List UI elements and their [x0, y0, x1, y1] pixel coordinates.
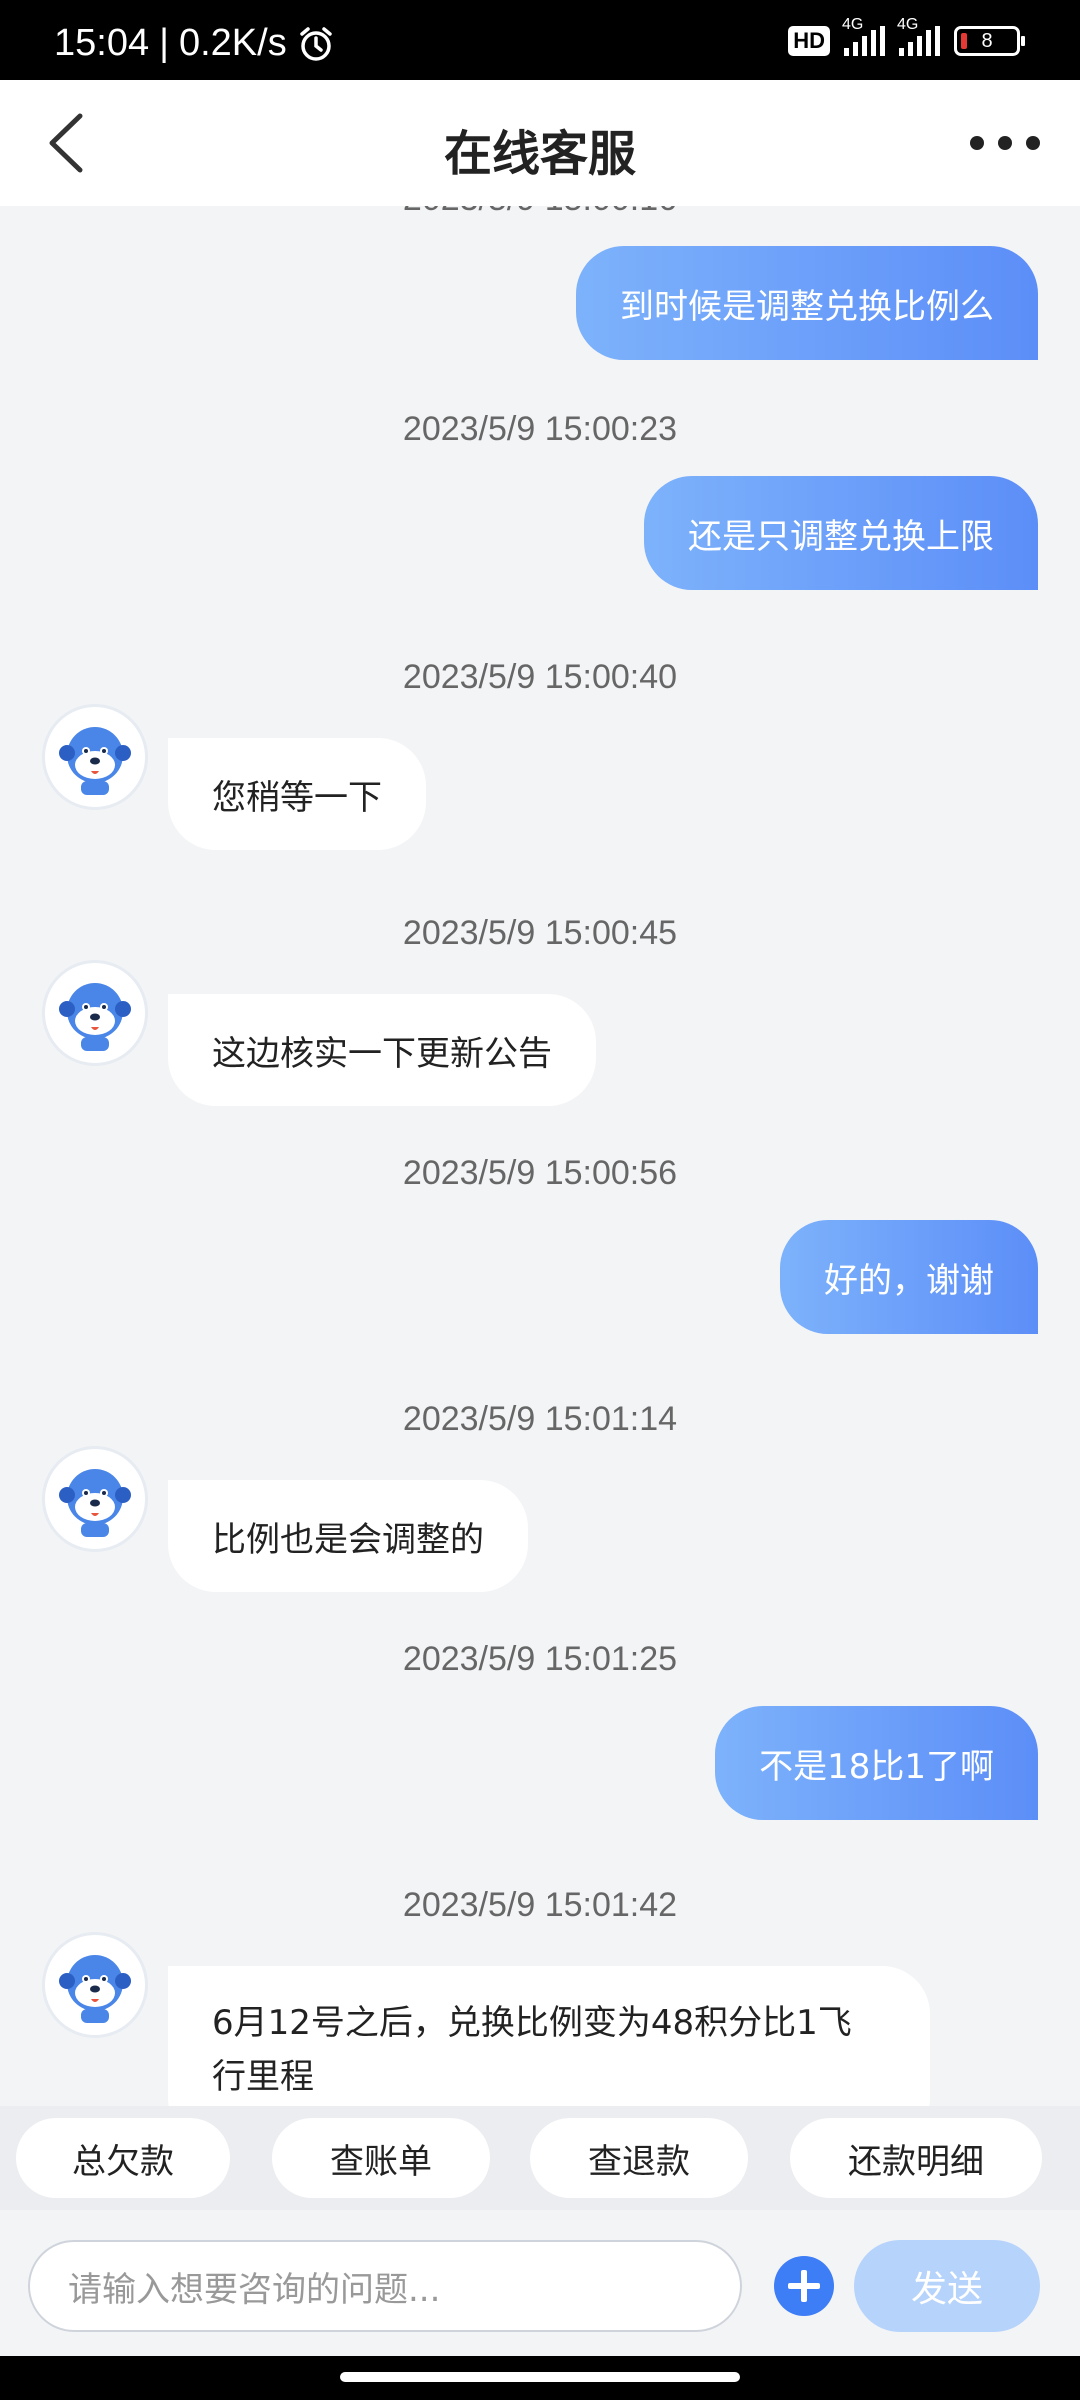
page-title: 在线客服 — [443, 126, 636, 182]
sent-message: 好的，谢谢 — [780, 1220, 1038, 1334]
home-indicator[interactable] — [340, 2372, 740, 2382]
message-text: 比例也是会调整的 — [212, 1519, 484, 1560]
message-timestamp: 2023/5/9 15:01:42 — [402, 1886, 678, 1924]
signal-icon-2: 4G — [897, 16, 940, 56]
sent-message: 还是只调整兑换上限 — [644, 476, 1038, 590]
more-dot-icon — [970, 136, 984, 150]
message-timestamp: 2023/5/9 15:00:23 — [402, 410, 678, 448]
message-text: 这边核实一下更新公告 — [212, 1033, 552, 1074]
quick-reply-check-bill[interactable]: 查账单 — [272, 2118, 490, 2198]
sent-message: 到时候是调整兑换比例么 — [576, 246, 1038, 360]
status-bar: 15:04 | 0.2K/s HD 4G 4G 8 — [0, 0, 1080, 80]
received-message: 这边核实一下更新公告 — [168, 994, 596, 1106]
send-button[interactable]: 发送 — [854, 2240, 1040, 2332]
message-timestamp: 2023/5/9 15:00:40 — [402, 658, 678, 696]
more-options-button[interactable] — [970, 130, 1040, 156]
sent-message: 不是18比1了啊 — [715, 1706, 1038, 1820]
message-text-line: 行里程 — [212, 2057, 314, 2097]
chat-area[interactable]: 2023/5/9 15:00:16 到时候是调整兑换比例么 2023/5/9 1… — [0, 206, 1080, 2106]
received-message: 比例也是会调整的 — [168, 1480, 528, 1592]
battery-icon: 8 — [954, 26, 1025, 56]
message-text-line: 6月12号之后，兑换比例变为48积分比1飞 — [212, 2003, 852, 2043]
quick-reply-bar: 总欠款 查账单 查退款 还款明细 — [0, 2106, 1080, 2210]
app-header: 在线客服 — [0, 80, 1080, 206]
message-text: 您稍等一下 — [212, 777, 382, 818]
message-text: 到时候是调整兑换比例么 — [620, 286, 994, 327]
message-text: 不是18比1了啊 — [759, 1746, 994, 1787]
message-timestamp: 2023/5/9 15:00:56 — [402, 1154, 678, 1192]
status-separator: | — [159, 22, 169, 64]
agent-avatar — [42, 960, 148, 1066]
message-timestamp: 2023/5/9 15:00:45 — [402, 914, 678, 952]
received-message: 您稍等一下 — [168, 738, 426, 850]
more-dot-icon — [1026, 136, 1040, 150]
alarm-icon — [299, 26, 332, 61]
agent-avatar — [42, 704, 148, 810]
received-message: 6月12号之后，兑换比例变为48积分比1飞 行里程 — [168, 1966, 930, 2106]
add-attachment-button[interactable] — [774, 2256, 834, 2316]
message-text: 好的，谢谢 — [824, 1260, 994, 1301]
signal-icon: 4G — [842, 16, 885, 56]
more-dot-icon — [998, 136, 1012, 150]
agent-avatar — [42, 1446, 148, 1552]
mascot-icon — [59, 1469, 131, 1537]
quick-reply-repayment-details[interactable]: 还款明细 — [790, 2118, 1042, 2198]
mascot-icon — [59, 1955, 131, 2023]
system-nav-bar — [0, 2356, 1080, 2400]
message-timestamp: 2023/5/9 15:00:16 — [0, 206, 1080, 219]
quick-reply-total-debt[interactable]: 总欠款 — [16, 2118, 230, 2198]
battery-level: 8 — [981, 29, 993, 52]
mascot-icon — [59, 727, 131, 795]
mascot-icon — [59, 983, 131, 1051]
status-time: 15:04 — [54, 22, 150, 64]
input-bar: 请输入想要咨询的问题... 发送 — [0, 2210, 1080, 2356]
message-input[interactable]: 请输入想要咨询的问题... — [28, 2240, 742, 2332]
network-speed: 0.2K/s — [178, 22, 287, 64]
input-placeholder: 请输入想要咨询的问题... — [68, 2269, 441, 2310]
agent-avatar — [42, 1932, 148, 2038]
hd-voice-icon: HD — [788, 26, 830, 56]
message-text: 还是只调整兑换上限 — [688, 516, 994, 557]
message-timestamp: 2023/5/9 15:01:14 — [402, 1400, 678, 1438]
quick-reply-check-refund[interactable]: 查退款 — [530, 2118, 748, 2198]
message-timestamp: 2023/5/9 15:01:25 — [402, 1640, 678, 1678]
